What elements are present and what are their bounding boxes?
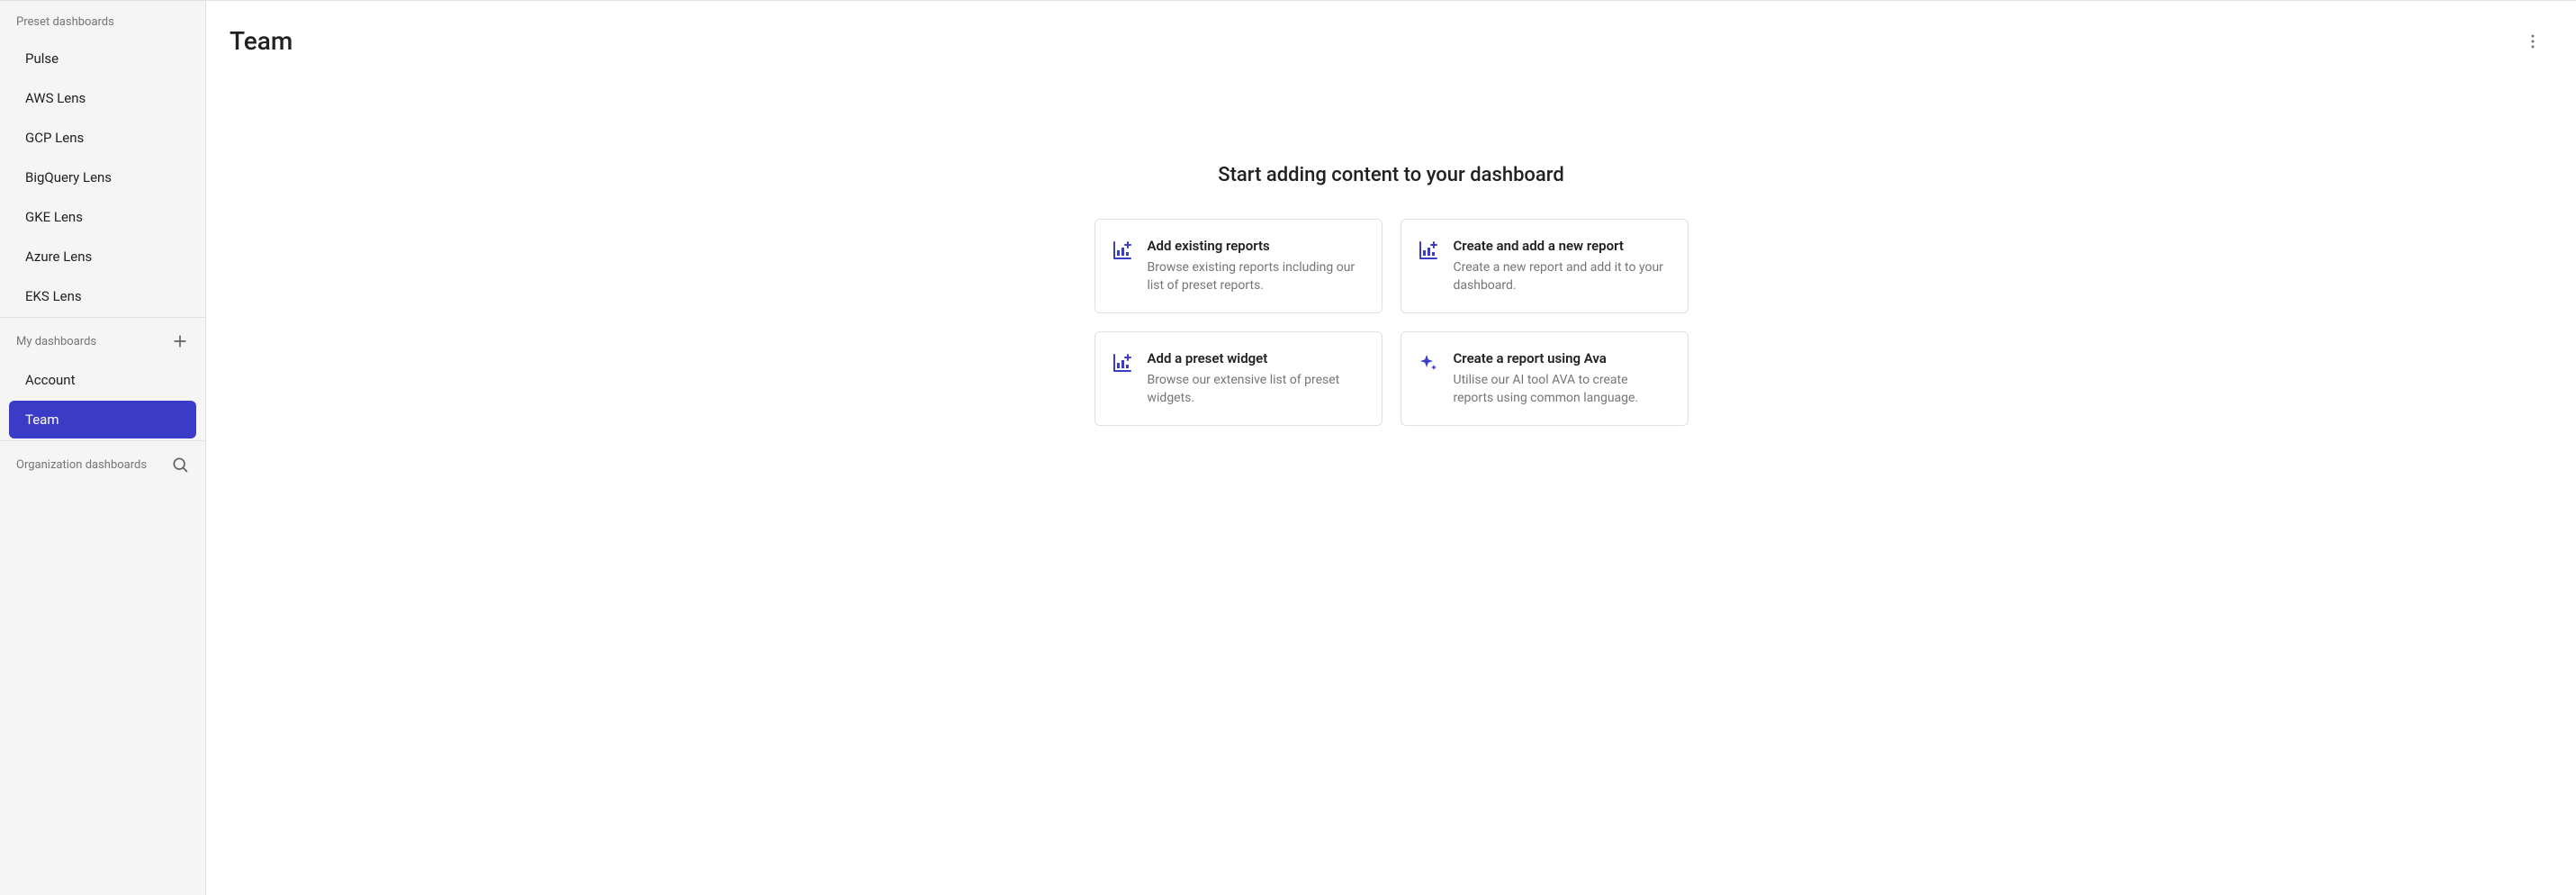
sidebar-item-azure-lens[interactable]: Azure Lens [9,238,196,276]
chart-plus-icon [1112,352,1133,374]
main-header: Team [206,1,2576,65]
sidebar-item-team[interactable]: Team [9,401,196,438]
sidebar-item-label: GCP Lens [25,130,84,146]
card-desc: Utilise our AI tool AVA to create report… [1454,372,1671,407]
section-label: My dashboards [16,335,96,348]
card-create-new-report[interactable]: Create and add a new report Create a new… [1401,219,1689,313]
sidebar-item-bigquery-lens[interactable]: BigQuery Lens [9,158,196,196]
sidebar-section-preset: Preset dashboards Pulse AWS Lens GCP Len… [0,1,205,317]
sidebar-item-gke-lens[interactable]: GKE Lens [9,198,196,236]
sparkle-icon [1418,352,1439,374]
main-content: Team Start adding content to your dashbo… [206,1,2576,895]
card-grid: Add existing reports Browse existing rep… [1094,219,1689,426]
sidebar-item-label: GKE Lens [25,209,83,225]
card-body: Create and add a new report Create a new… [1454,238,1671,294]
section-label: Preset dashboards [16,15,114,29]
sidebar-section-org: Organization dashboards [0,440,205,483]
section-header-preset: Preset dashboards [0,10,205,38]
sidebar-item-label: BigQuery Lens [25,169,112,185]
sidebar: Preset dashboards Pulse AWS Lens GCP Len… [0,1,206,895]
sidebar-item-pulse[interactable]: Pulse [9,40,196,77]
chart-plus-icon [1418,240,1439,261]
card-title: Add a preset widget [1148,350,1365,366]
card-title: Create a report using Ava [1454,350,1671,366]
sidebar-item-label: Team [25,411,59,428]
card-create-report-ava[interactable]: Create a report using Ava Utilise our AI… [1401,331,1689,426]
card-desc: Browse existing reports including our li… [1148,259,1365,294]
sidebar-item-aws-lens[interactable]: AWS Lens [9,79,196,117]
empty-state: Start adding content to your dashboard [206,65,2576,895]
card-title: Create and add a new report [1454,238,1671,254]
sidebar-item-label: Account [25,372,76,388]
card-body: Create a report using Ava Utilise our AI… [1454,350,1671,407]
plus-icon[interactable] [171,332,189,350]
card-desc: Browse our extensive list of preset widg… [1148,372,1365,407]
sidebar-item-gcp-lens[interactable]: GCP Lens [9,119,196,157]
card-title: Add existing reports [1148,238,1365,254]
page-title: Team [230,26,293,56]
section-header-org: Organization dashboards [0,450,205,483]
sidebar-item-account[interactable]: Account [9,361,196,399]
card-body: Add a preset widget Browse our extensive… [1148,350,1365,407]
sidebar-section-my: My dashboards Account Team [0,317,205,440]
sidebar-item-label: EKS Lens [25,288,82,304]
search-icon[interactable] [171,456,189,474]
app-root: Preset dashboards Pulse AWS Lens GCP Len… [0,0,2576,895]
card-add-preset-widget[interactable]: Add a preset widget Browse our extensive… [1094,331,1383,426]
section-header-my: My dashboards [0,327,205,359]
card-body: Add existing reports Browse existing rep… [1148,238,1365,294]
card-add-existing-reports[interactable]: Add existing reports Browse existing rep… [1094,219,1383,313]
empty-state-title: Start adding content to your dashboard [1218,164,1564,186]
sidebar-item-label: AWS Lens [25,90,86,106]
sidebar-item-label: Azure Lens [25,249,92,265]
sidebar-item-label: Pulse [25,50,59,67]
chart-plus-icon [1112,240,1133,261]
sidebar-item-eks-lens[interactable]: EKS Lens [9,277,196,315]
card-desc: Create a new report and add it to your d… [1454,259,1671,294]
kebab-menu-icon[interactable] [2520,29,2545,54]
section-label: Organization dashboards [16,458,147,472]
